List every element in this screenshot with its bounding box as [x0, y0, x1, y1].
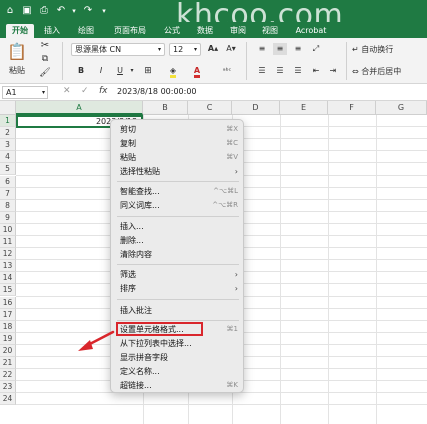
annotation-arrow: [78, 330, 115, 351]
arrow-head: [78, 340, 93, 351]
